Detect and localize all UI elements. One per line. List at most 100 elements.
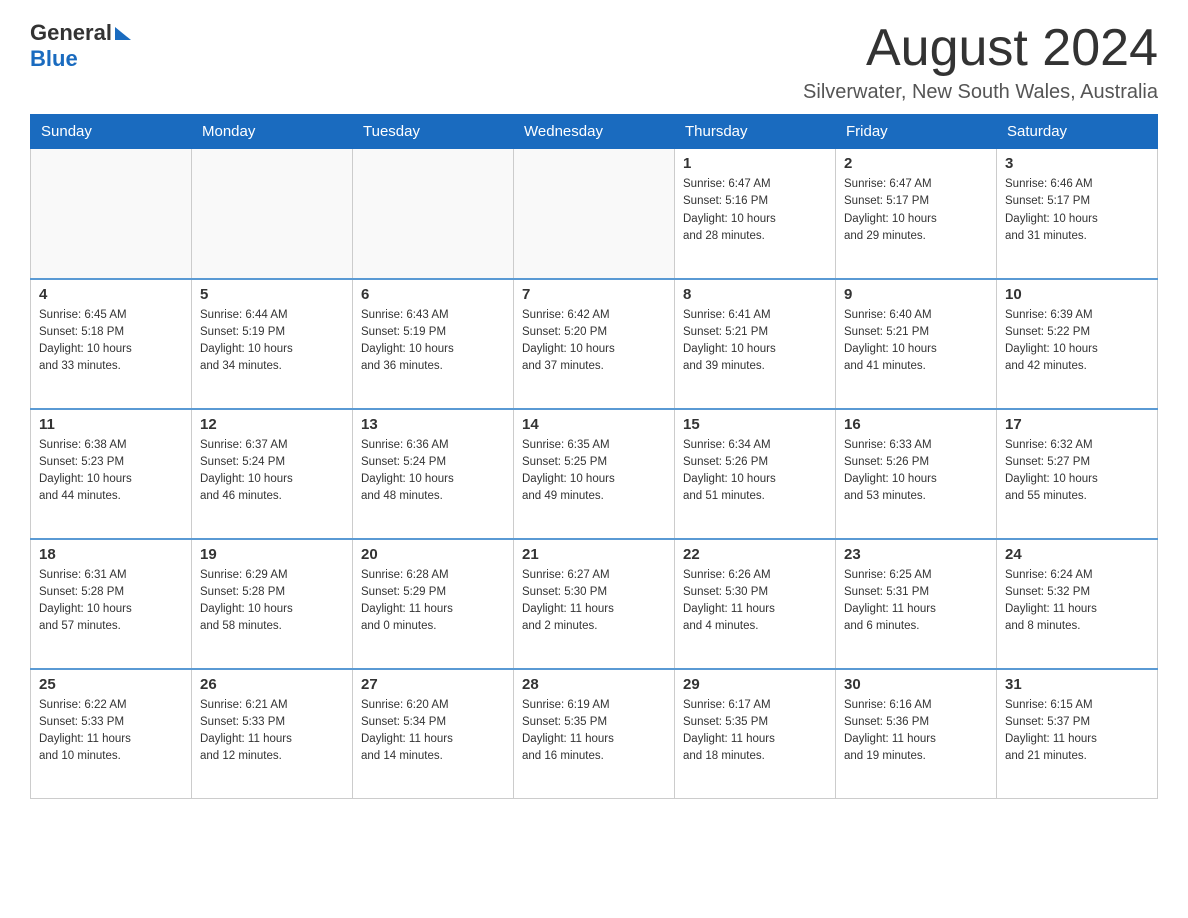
weekday-header-wednesday: Wednesday: [514, 115, 675, 149]
calendar-cell: 12Sunrise: 6:37 AM Sunset: 5:24 PM Dayli…: [192, 409, 353, 539]
day-info: Sunrise: 6:29 AM Sunset: 5:28 PM Dayligh…: [200, 567, 344, 636]
day-info: Sunrise: 6:28 AM Sunset: 5:29 PM Dayligh…: [361, 567, 505, 636]
calendar-cell: 1 Sunrise: 6:47 AM Sunset: 5:16 PM Daylig…: [675, 149, 836, 279]
day-number: 6: [361, 286, 505, 303]
calendar-header-row: SundayMondayTuesdayWednesdayThursdayFrid…: [31, 115, 1158, 149]
day-info: Sunrise: 6:46 AM Sunset: 5:17 PM Dayligh…: [1005, 176, 1149, 245]
calendar-cell: 21 Sunrise: 6:27 AM Sunset: 5:30 PM Dayli…: [514, 539, 675, 669]
day-info: Sunrise: 6:36 AM Sunset: 5:24 PM Dayligh…: [361, 437, 505, 506]
calendar-cell: 5 Sunrise: 6:44 AM Sunset: 5:19 PM Daylig…: [192, 279, 353, 409]
day-number: 20: [361, 546, 505, 563]
day-info: Sunrise: 6:42 AM Sunset: 5:20 PM Dayligh…: [522, 307, 666, 376]
day-number: 23: [844, 546, 988, 563]
weekday-header-friday: Friday: [836, 115, 997, 149]
calendar-cell: 27 Sunrise: 6:20 AM Sunset: 5:34 PM Dayli…: [353, 669, 514, 799]
calendar-cell: 8Sunrise: 6:41 AM Sunset: 5:21 PM Daylig…: [675, 279, 836, 409]
day-number: 30: [844, 676, 988, 693]
day-info: Sunrise: 6:19 AM Sunset: 5:35 PM Dayligh…: [522, 697, 666, 766]
day-number: 7: [522, 286, 666, 303]
calendar-cell: 3 Sunrise: 6:46 AM Sunset: 5:17 PM Daylig…: [997, 149, 1158, 279]
day-info: Sunrise: 6:20 AM Sunset: 5:34 PM Dayligh…: [361, 697, 505, 766]
day-info: Sunrise: 6:35 AM Sunset: 5:25 PM Dayligh…: [522, 437, 666, 506]
day-info: Sunrise: 6:16 AM Sunset: 5:36 PM Dayligh…: [844, 697, 988, 766]
day-number: 3: [1005, 155, 1149, 172]
day-info: Sunrise: 6:15 AM Sunset: 5:37 PM Dayligh…: [1005, 697, 1149, 766]
day-info: Sunrise: 6:41 AM Sunset: 5:21 PM Dayligh…: [683, 307, 827, 376]
calendar-cell: 4 Sunrise: 6:45 AM Sunset: 5:18 PM Daylig…: [31, 279, 192, 409]
day-info: Sunrise: 6:47 AM Sunset: 5:16 PM Dayligh…: [683, 176, 827, 245]
logo-general: General: [30, 20, 112, 46]
day-info: Sunrise: 6:26 AM Sunset: 5:30 PM Dayligh…: [683, 567, 827, 636]
calendar-cell: 23 Sunrise: 6:25 AM Sunset: 5:31 PM Dayli…: [836, 539, 997, 669]
calendar-week-row: 4 Sunrise: 6:45 AM Sunset: 5:18 PM Daylig…: [31, 279, 1158, 409]
month-title: August 2024: [803, 20, 1158, 77]
day-number: 25: [39, 676, 183, 693]
day-number: 29: [683, 676, 827, 693]
day-info: Sunrise: 6:47 AM Sunset: 5:17 PM Dayligh…: [844, 176, 988, 245]
day-info: Sunrise: 6:25 AM Sunset: 5:31 PM Dayligh…: [844, 567, 988, 636]
weekday-header-tuesday: Tuesday: [353, 115, 514, 149]
day-number: 27: [361, 676, 505, 693]
logo-blue: Blue: [30, 46, 78, 71]
calendar-cell: 10Sunrise: 6:39 AM Sunset: 5:22 PM Dayli…: [997, 279, 1158, 409]
day-number: 16: [844, 416, 988, 433]
day-info: Sunrise: 6:43 AM Sunset: 5:19 PM Dayligh…: [361, 307, 505, 376]
calendar-cell: 28 Sunrise: 6:19 AM Sunset: 5:35 PM Dayli…: [514, 669, 675, 799]
calendar-cell: 24 Sunrise: 6:24 AM Sunset: 5:32 PM Dayli…: [997, 539, 1158, 669]
calendar-cell: 16 Sunrise: 6:33 AM Sunset: 5:26 PM Dayli…: [836, 409, 997, 539]
title-block: August 2024 Silverwater, New South Wales…: [803, 20, 1158, 104]
day-info: Sunrise: 6:17 AM Sunset: 5:35 PM Dayligh…: [683, 697, 827, 766]
day-number: 21: [522, 546, 666, 563]
weekday-header-sunday: Sunday: [31, 115, 192, 149]
calendar-cell: 9Sunrise: 6:40 AM Sunset: 5:21 PM Daylig…: [836, 279, 997, 409]
calendar-week-row: 1 Sunrise: 6:47 AM Sunset: 5:16 PM Daylig…: [31, 149, 1158, 279]
calendar-cell: 20 Sunrise: 6:28 AM Sunset: 5:29 PM Dayli…: [353, 539, 514, 669]
day-number: 4: [39, 286, 183, 303]
weekday-header-monday: Monday: [192, 115, 353, 149]
calendar-cell: 7 Sunrise: 6:42 AM Sunset: 5:20 PM Daylig…: [514, 279, 675, 409]
day-number: 17: [1005, 416, 1149, 433]
day-number: 5: [200, 286, 344, 303]
day-info: Sunrise: 6:37 AM Sunset: 5:24 PM Dayligh…: [200, 437, 344, 506]
calendar-cell: 30 Sunrise: 6:16 AM Sunset: 5:36 PM Dayli…: [836, 669, 997, 799]
day-number: 28: [522, 676, 666, 693]
calendar-week-row: 25 Sunrise: 6:22 AM Sunset: 5:33 PM Dayli…: [31, 669, 1158, 799]
calendar-cell: 15 Sunrise: 6:34 AM Sunset: 5:26 PM Dayli…: [675, 409, 836, 539]
day-info: Sunrise: 6:44 AM Sunset: 5:19 PM Dayligh…: [200, 307, 344, 376]
calendar-cell: [514, 149, 675, 279]
day-number: 10: [1005, 286, 1149, 303]
day-info: Sunrise: 6:31 AM Sunset: 5:28 PM Dayligh…: [39, 567, 183, 636]
day-info: Sunrise: 6:34 AM Sunset: 5:26 PM Dayligh…: [683, 437, 827, 506]
calendar-cell: 31 Sunrise: 6:15 AM Sunset: 5:37 PM Dayli…: [997, 669, 1158, 799]
day-number: 1: [683, 155, 827, 172]
location-title: Silverwater, New South Wales, Australia: [803, 81, 1158, 104]
day-info: Sunrise: 6:24 AM Sunset: 5:32 PM Dayligh…: [1005, 567, 1149, 636]
calendar-cell: 22 Sunrise: 6:26 AM Sunset: 5:30 PM Dayli…: [675, 539, 836, 669]
calendar-cell: 17Sunrise: 6:32 AM Sunset: 5:27 PM Dayli…: [997, 409, 1158, 539]
day-info: Sunrise: 6:21 AM Sunset: 5:33 PM Dayligh…: [200, 697, 344, 766]
day-number: 15: [683, 416, 827, 433]
day-info: Sunrise: 6:27 AM Sunset: 5:30 PM Dayligh…: [522, 567, 666, 636]
day-info: Sunrise: 6:45 AM Sunset: 5:18 PM Dayligh…: [39, 307, 183, 376]
day-info: Sunrise: 6:22 AM Sunset: 5:33 PM Dayligh…: [39, 697, 183, 766]
calendar-table: SundayMondayTuesdayWednesdayThursdayFrid…: [30, 114, 1158, 799]
day-number: 24: [1005, 546, 1149, 563]
calendar-cell: 13 Sunrise: 6:36 AM Sunset: 5:24 PM Dayli…: [353, 409, 514, 539]
calendar-cell: 14Sunrise: 6:35 AM Sunset: 5:25 PM Dayli…: [514, 409, 675, 539]
calendar-cell: 11Sunrise: 6:38 AM Sunset: 5:23 PM Dayli…: [31, 409, 192, 539]
weekday-header-saturday: Saturday: [997, 115, 1158, 149]
day-number: 2: [844, 155, 988, 172]
day-number: 31: [1005, 676, 1149, 693]
day-number: 11: [39, 416, 183, 433]
calendar-cell: 29 Sunrise: 6:17 AM Sunset: 5:35 PM Dayli…: [675, 669, 836, 799]
weekday-header-thursday: Thursday: [675, 115, 836, 149]
day-info: Sunrise: 6:33 AM Sunset: 5:26 PM Dayligh…: [844, 437, 988, 506]
calendar-cell: 6 Sunrise: 6:43 AM Sunset: 5:19 PM Daylig…: [353, 279, 514, 409]
day-number: 13: [361, 416, 505, 433]
calendar-cell: 18Sunrise: 6:31 AM Sunset: 5:28 PM Dayli…: [31, 539, 192, 669]
logo-triangle-icon: [115, 27, 131, 40]
day-number: 22: [683, 546, 827, 563]
calendar-cell: 2 Sunrise: 6:47 AM Sunset: 5:17 PM Daylig…: [836, 149, 997, 279]
day-number: 19: [200, 546, 344, 563]
logo: General Blue: [30, 20, 131, 72]
